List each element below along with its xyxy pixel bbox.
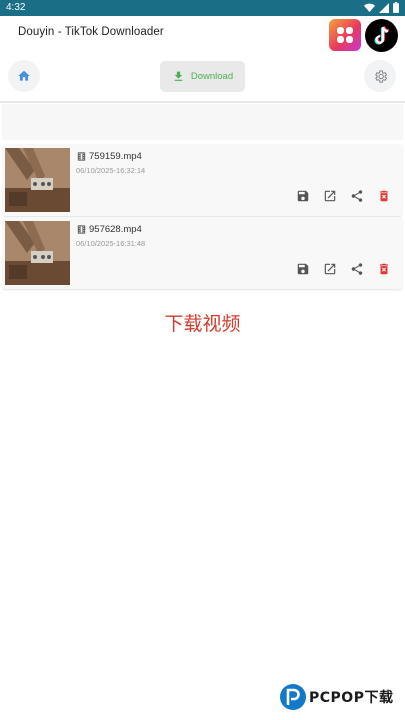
open-external-icon <box>324 263 336 275</box>
file-date: 06/10/2025-16:32:14 <box>76 166 146 175</box>
download-icon <box>174 71 183 81</box>
battery-icon <box>393 2 399 13</box>
app-title: Douyin - TikTok Downloader <box>18 26 164 38</box>
delete-icon <box>379 190 389 202</box>
signal-icon <box>379 2 389 13</box>
video-card[interactable]: 759159.mp4 06/10/2025-16:32:14 <box>3 144 402 216</box>
gear-icon <box>374 69 387 83</box>
share-icon <box>351 190 363 202</box>
watermark-text: PCPOP下载 <box>309 690 394 706</box>
save-icon <box>297 263 309 275</box>
thumbnail-image <box>5 148 70 212</box>
status-bar: 4:32 <box>0 0 405 16</box>
video-actions <box>295 261 392 277</box>
promo-caption: 下载视频 <box>164 313 241 335</box>
film-icon <box>77 225 86 234</box>
open-external-button[interactable] <box>322 261 338 277</box>
share-button[interactable] <box>349 188 365 204</box>
share-button[interactable] <box>349 261 365 277</box>
save-icon <box>297 190 309 202</box>
file-row: 957628.mp4 <box>76 224 142 235</box>
save-button[interactable] <box>295 261 311 277</box>
flower-icon <box>337 27 353 43</box>
wifi-icon <box>364 3 375 12</box>
watermark: PCPOP下载 <box>280 684 393 710</box>
share-icon <box>351 263 363 275</box>
toolbar: Download <box>0 58 405 98</box>
video-actions <box>295 188 392 204</box>
delete-button[interactable] <box>376 261 392 277</box>
file-name: 957628.mp4 <box>89 224 142 235</box>
app-header: Douyin - TikTok Downloader <box>0 16 405 54</box>
file-row: 759159.mp4 <box>76 151 142 162</box>
delete-icon <box>379 263 389 275</box>
thumbnail-image <box>5 221 70 285</box>
home-button[interactable] <box>8 60 40 92</box>
divider <box>0 101 405 103</box>
download-tab[interactable]: Download <box>160 61 245 92</box>
video-thumbnail[interactable] <box>5 148 70 212</box>
home-icon <box>18 70 30 81</box>
open-external-button[interactable] <box>322 188 338 204</box>
status-time: 4:32 <box>6 2 26 13</box>
p-logo-icon <box>286 688 300 705</box>
settings-button[interactable] <box>364 60 396 92</box>
content-header-panel <box>2 104 403 140</box>
open-external-icon <box>324 190 336 202</box>
watermark-logo-icon <box>280 684 306 710</box>
video-card[interactable]: 957628.mp4 06/10/2025-16:31:48 <box>3 217 402 289</box>
film-icon <box>77 152 86 161</box>
video-thumbnail[interactable] <box>5 221 70 285</box>
file-name: 759159.mp4 <box>89 151 142 162</box>
file-date: 06/10/2025-16:31:48 <box>76 239 146 248</box>
app-promo-icon[interactable] <box>329 19 361 51</box>
delete-button[interactable] <box>376 188 392 204</box>
tiktok-icon[interactable] <box>365 19 398 52</box>
tiktok-note-icon <box>374 25 389 45</box>
save-button[interactable] <box>295 188 311 204</box>
download-label: Download <box>190 71 234 82</box>
status-icons <box>364 2 399 13</box>
